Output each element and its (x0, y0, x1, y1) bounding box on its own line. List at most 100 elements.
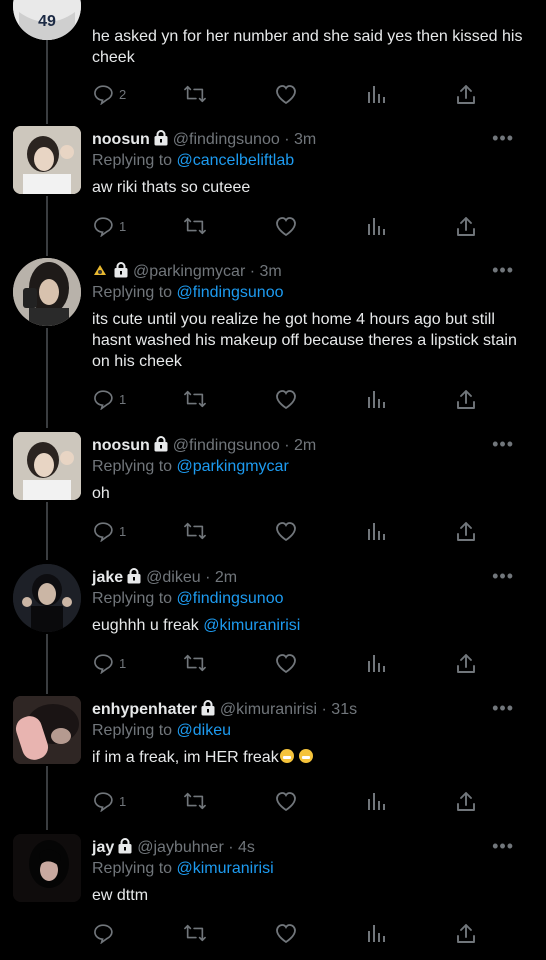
views-icon (368, 655, 385, 672)
reply-button[interactable]: 1 (92, 519, 126, 543)
jersey-avatar-icon: 49 (13, 0, 81, 40)
display-name[interactable]: enhypenhater (92, 701, 197, 718)
tweet[interactable]: noosun @findingsunoo · 2m ••• Replying to… (0, 432, 546, 552)
handle[interactable]: @parkingmycar (133, 263, 245, 280)
heart-icon (276, 792, 296, 812)
views-button[interactable] (366, 519, 386, 543)
display-name[interactable]: noosun (92, 131, 150, 148)
avatar[interactable] (13, 564, 81, 632)
more-icon[interactable]: ••• (492, 128, 514, 149)
share-icon (457, 390, 475, 409)
more-icon[interactable]: ••• (492, 434, 514, 455)
like-button[interactable] (274, 921, 298, 945)
avatar[interactable] (13, 834, 81, 902)
views-button[interactable] (366, 921, 386, 945)
tweet-text: if im a freak, im HER freak (92, 749, 279, 766)
lock-icon (118, 838, 132, 854)
tweet-actions: 2 (92, 82, 492, 106)
views-button[interactable] (366, 651, 386, 675)
handle[interactable]: @dikeu (146, 569, 201, 586)
avatar[interactable] (13, 696, 81, 764)
more-icon[interactable]: ••• (492, 698, 514, 719)
like-button[interactable] (274, 789, 298, 813)
retweet-button[interactable] (182, 387, 208, 411)
handle[interactable]: @kimuranirisi (220, 701, 317, 718)
views-button[interactable] (366, 82, 386, 106)
tweet[interactable]: jay @jaybuhner · 4s ••• Replying to @kimu… (0, 834, 546, 960)
avatar[interactable] (13, 258, 81, 326)
reply-button[interactable]: 1 (92, 387, 126, 411)
tweet[interactable]: @parkingmycar · 3m ••• Replying to @find… (0, 258, 546, 418)
reply-button[interactable]: 1 (92, 651, 126, 675)
retweet-button[interactable] (182, 214, 208, 238)
display-name[interactable]: jake (92, 569, 123, 586)
timestamp[interactable]: · 31s (322, 701, 358, 718)
views-button[interactable] (366, 387, 386, 411)
reply-to-link[interactable]: @findingsunoo (177, 590, 284, 607)
share-button[interactable] (456, 921, 476, 945)
views-icon (368, 86, 385, 103)
mention-link[interactable]: @kimuranirisi (203, 617, 300, 634)
more-icon[interactable]: ••• (492, 566, 514, 587)
display-name[interactable]: noosun (92, 437, 150, 454)
like-button[interactable] (274, 214, 298, 238)
timestamp[interactable]: · 2m (284, 437, 316, 454)
retweet-button[interactable] (182, 921, 208, 945)
share-button[interactable] (456, 82, 476, 106)
reply-count: 1 (119, 523, 127, 539)
display-name[interactable]: jay (92, 839, 114, 856)
views-icon (368, 925, 385, 942)
retweet-button[interactable] (182, 789, 208, 813)
timestamp[interactable]: · 3m (250, 263, 282, 280)
heart-icon (276, 924, 296, 944)
avatar[interactable] (13, 126, 81, 194)
avatar[interactable] (13, 432, 81, 500)
handle[interactable]: @findingsunoo (173, 437, 280, 454)
reply-to-link[interactable]: @findingsunoo (177, 284, 284, 301)
tweet[interactable]: enhypenhater @kimuranirisi · 31s ••• Repl… (0, 696, 546, 820)
views-button[interactable] (366, 789, 386, 813)
reply-count: 1 (119, 793, 127, 809)
replying-to-label: Replying to (92, 722, 173, 739)
timestamp[interactable]: · 2m (205, 569, 237, 586)
reply-button[interactable]: 2 (92, 82, 126, 106)
more-icon[interactable]: ••• (492, 836, 514, 857)
tweet-actions: 1 (92, 651, 492, 675)
tweet[interactable]: 49 he asked yn for her number and she sa… (0, 0, 546, 120)
reply-icon (94, 924, 113, 944)
tweet[interactable]: jake @dikeu · 2m ••• Replying to @finding… (0, 564, 546, 684)
like-button[interactable] (274, 387, 298, 411)
more-icon[interactable]: ••• (492, 260, 514, 281)
timestamp[interactable]: · 4s (228, 839, 255, 856)
tweet-actions (92, 921, 492, 945)
share-icon (457, 654, 475, 673)
retweet-button[interactable] (182, 519, 208, 543)
reply-button[interactable]: 1 (92, 214, 126, 238)
reply-to-link[interactable]: @parkingmycar (177, 458, 289, 475)
like-button[interactable] (274, 651, 298, 675)
like-button[interactable] (274, 82, 298, 106)
retweet-button[interactable] (182, 651, 208, 675)
retweet-button[interactable] (182, 82, 208, 106)
share-icon (457, 217, 475, 236)
photo-avatar-icon (13, 834, 81, 902)
avatar[interactable]: 49 (13, 0, 81, 40)
share-button[interactable] (456, 387, 476, 411)
reply-to-link[interactable]: @dikeu (177, 722, 232, 739)
reply-button[interactable]: 1 (92, 789, 126, 813)
views-button[interactable] (366, 214, 386, 238)
timestamp[interactable]: · 3m (284, 131, 316, 148)
handle[interactable]: @jaybuhner (137, 839, 224, 856)
share-button[interactable] (456, 519, 476, 543)
reply-to-link[interactable]: @cancelbeliftlab (177, 152, 295, 169)
like-button[interactable] (274, 519, 298, 543)
reply-to-link[interactable]: @kimuranirisi (177, 860, 274, 877)
share-button[interactable] (456, 789, 476, 813)
share-button[interactable] (456, 214, 476, 238)
grinning-emoji-icon (279, 749, 294, 763)
lock-icon (127, 568, 141, 584)
share-button[interactable] (456, 651, 476, 675)
handle[interactable]: @findingsunoo (173, 131, 280, 148)
tweet[interactable]: noosun @findingsunoo · 3m ••• Replying to… (0, 126, 546, 246)
reply-button[interactable] (92, 921, 114, 945)
